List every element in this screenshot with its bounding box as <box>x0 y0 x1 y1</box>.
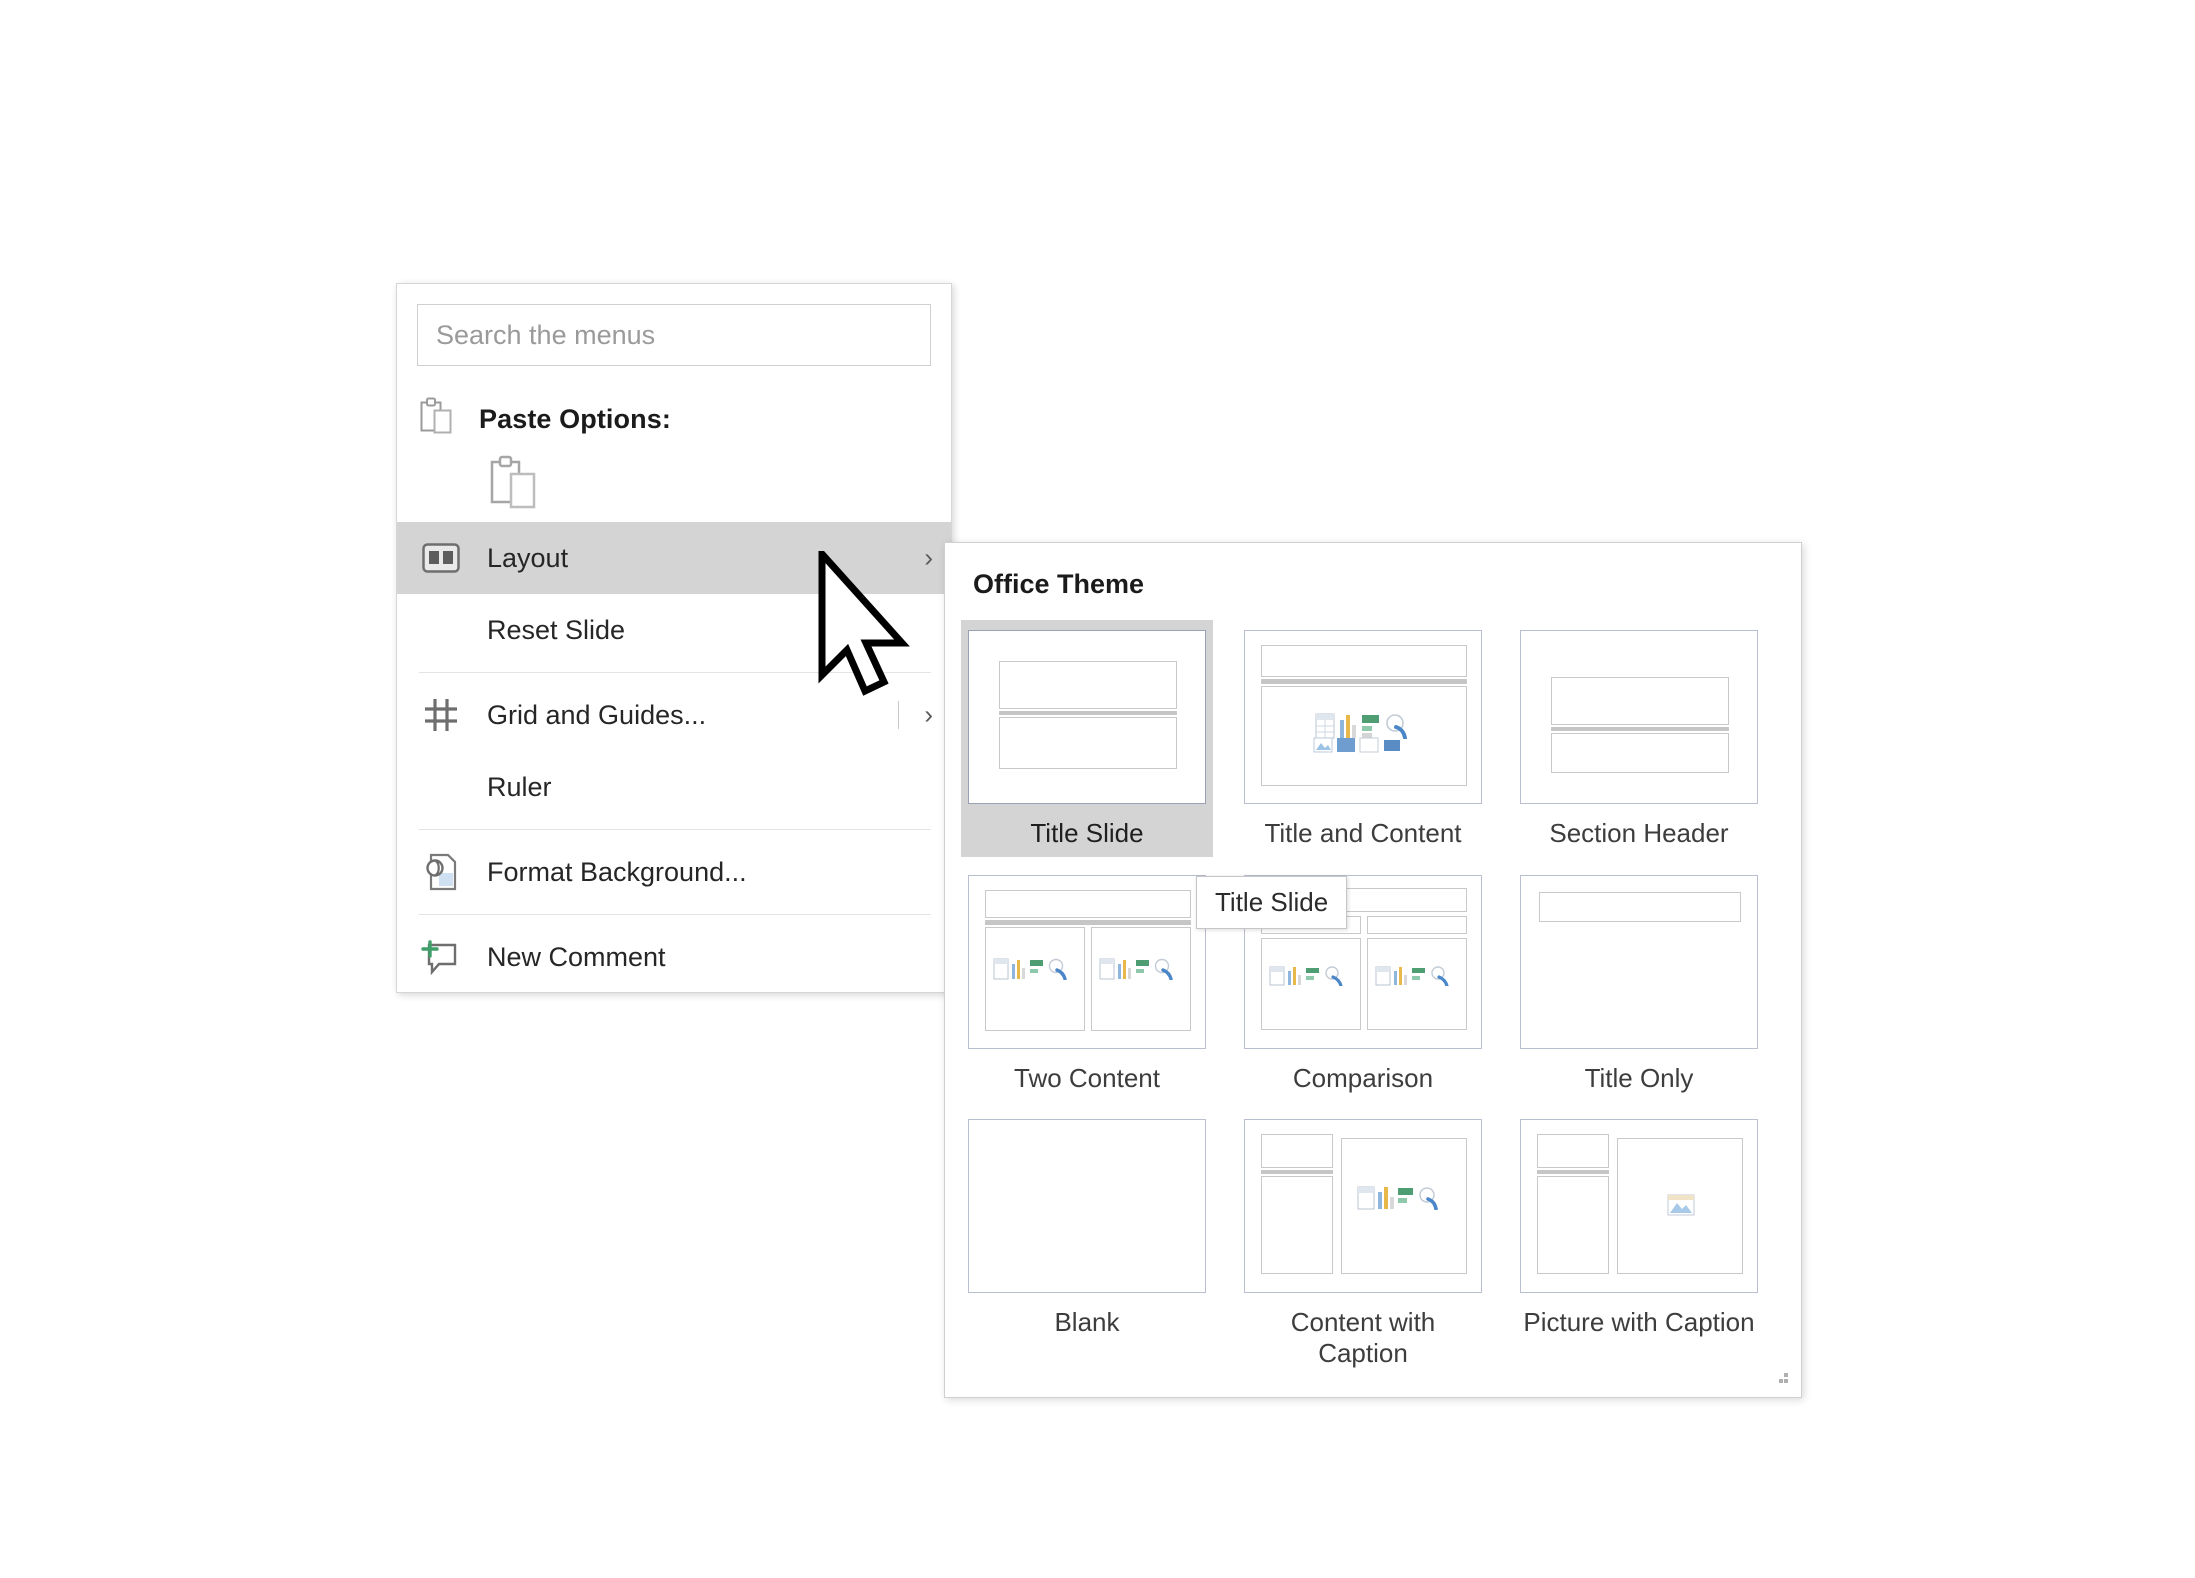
chevron-right-icon: › <box>924 542 933 573</box>
table-icon <box>1099 958 1115 985</box>
smartart-icon <box>1135 958 1151 985</box>
layout-item-title-only[interactable]: Title Only <box>1513 865 1765 1102</box>
layout-thumb-section-header <box>1520 630 1758 804</box>
layout-label-section-header: Section Header <box>1549 818 1729 848</box>
paste-options-label: Paste Options: <box>479 403 671 434</box>
media-icon <box>1417 1186 1439 1215</box>
layout-item-title-and-content[interactable]: Title and Content <box>1237 620 1489 857</box>
table-icon <box>1357 1186 1375 1215</box>
paste-keep-source-formatting-icon[interactable] <box>489 455 541 516</box>
smartart-icon <box>1397 1186 1415 1215</box>
content-placeholder-icons-left <box>993 958 1067 985</box>
content-placeholder-icons-row2 <box>1313 737 1402 758</box>
chevron-right-icon: › <box>924 699 933 730</box>
smartart-icon <box>1029 958 1045 985</box>
format-background-icon <box>419 852 463 892</box>
screen-canvas: Paste Options: Layout › <box>0 0 2195 1578</box>
search-menus-input[interactable] <box>417 304 931 366</box>
layout-thumb-title-only <box>1520 874 1758 1049</box>
icons-icon <box>1382 737 1402 758</box>
layout-label-content-with-caption: Content with Caption <box>1290 1307 1436 1369</box>
media-icon <box>1429 965 1449 991</box>
content-placeholder-icons-left <box>1269 965 1343 991</box>
layout-gallery-panel: Office Theme Title Slide Title and Conte… <box>944 542 1802 1398</box>
layout-item-content-with-caption[interactable]: Content with Caption <box>1237 1109 1489 1376</box>
paste-options-header: Paste Options: <box>397 390 951 448</box>
table-icon <box>1375 966 1391 991</box>
grid-icon <box>419 695 463 735</box>
layout-label-title-only: Title Only <box>1584 1062 1694 1093</box>
table-icon <box>1269 966 1285 991</box>
menu-separator-1 <box>419 672 931 673</box>
menu-item-divider <box>898 701 899 729</box>
content-placeholder-icons-right <box>1375 965 1449 991</box>
layout-item-picture-with-caption[interactable]: Picture with Caption <box>1513 1109 1765 1376</box>
layout-label-comparison: Comparison <box>1292 1062 1434 1093</box>
layout-tooltip: Title Slide <box>1196 876 1348 929</box>
menu-item-new-comment[interactable]: New Comment <box>397 921 951 993</box>
layout-item-two-content[interactable]: Two Content <box>961 865 1213 1102</box>
media-icon <box>1047 958 1067 985</box>
menu-item-ruler-label: Ruler <box>487 771 552 802</box>
menu-item-format-background[interactable]: Format Background... <box>397 836 951 908</box>
layout-grid: Title Slide Title and Content Section He… <box>945 600 1801 1377</box>
layout-thumb-two-content <box>968 874 1206 1049</box>
search-menus-container <box>397 284 951 366</box>
layout-label-blank: Blank <box>1054 1307 1120 1338</box>
menu-item-reset-slide[interactable]: Reset Slide <box>397 594 951 666</box>
layout-icon <box>419 538 463 578</box>
content-placeholder-icons <box>1357 1186 1439 1215</box>
media-icon <box>1153 958 1173 985</box>
layout-label-title-and-content: Title and Content <box>1264 818 1462 848</box>
chart-icon <box>1287 966 1303 991</box>
chart-icon <box>1117 958 1133 985</box>
layout-item-section-header[interactable]: Section Header <box>1513 620 1765 857</box>
new-comment-icon <box>419 937 463 977</box>
menu-item-layout[interactable]: Layout › <box>397 522 951 594</box>
online-picture-icon <box>1359 737 1379 758</box>
menu-separator-3 <box>419 914 931 915</box>
layout-thumb-picture-with-caption <box>1520 1119 1758 1294</box>
layout-item-title-slide[interactable]: Title Slide <box>961 620 1213 857</box>
layout-thumb-title-and-content <box>1244 630 1482 804</box>
layout-thumb-content-with-caption <box>1244 1119 1482 1294</box>
menu-item-grid-and-guides[interactable]: Grid and Guides... › <box>397 679 951 751</box>
resize-grip-icon[interactable] <box>1775 1373 1789 1387</box>
content-placeholder-icons-right <box>1099 958 1173 985</box>
layout-label-picture-with-caption: Picture with Caption <box>1523 1307 1755 1338</box>
menu-item-layout-label: Layout <box>487 542 569 573</box>
chart-icon <box>1011 958 1027 985</box>
ruler-icon-placeholder <box>419 767 463 807</box>
table-icon <box>993 958 1009 985</box>
picture-icon <box>1667 1194 1695 1221</box>
context-menu: Paste Options: Layout › <box>396 283 952 993</box>
layout-thumb-title-slide <box>968 630 1206 804</box>
layout-label-two-content: Two Content <box>1014 1062 1160 1093</box>
gallery-theme-title: Office Theme <box>973 569 1145 599</box>
layout-item-blank[interactable]: Blank <box>961 1109 1213 1376</box>
menu-item-ruler[interactable]: Ruler <box>397 751 951 823</box>
smartart-icon <box>1411 966 1427 991</box>
media-icon <box>1323 965 1343 991</box>
menu-item-new-comment-label: New Comment <box>487 941 666 972</box>
menu-item-grid-and-guides-label: Grid and Guides... <box>487 699 707 730</box>
clipboard-icon <box>419 397 455 442</box>
layout-thumb-blank <box>968 1119 1206 1294</box>
video-icon <box>1336 737 1356 758</box>
menu-item-reset-slide-label: Reset Slide <box>487 614 626 645</box>
chart-icon <box>1377 1186 1395 1215</box>
reset-slide-icon-placeholder <box>419 610 463 650</box>
menu-separator-2 <box>419 829 931 830</box>
picture-icon <box>1313 737 1333 758</box>
menu-item-format-background-label: Format Background... <box>487 856 747 887</box>
smartart-icon <box>1305 966 1321 991</box>
chart-icon <box>1393 966 1409 991</box>
paste-options-row <box>397 448 951 522</box>
layout-label-title-slide: Title Slide <box>1030 818 1144 848</box>
